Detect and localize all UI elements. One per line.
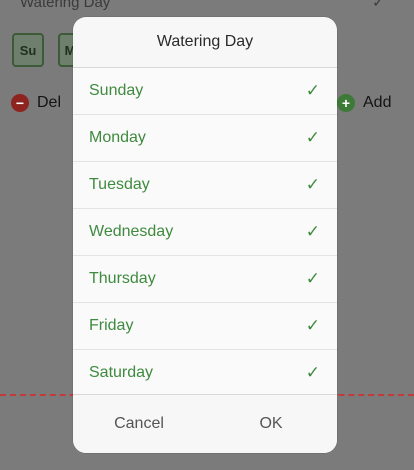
- dialog-footer: Cancel OK: [73, 394, 337, 453]
- checkmark-icon: ✓: [305, 222, 320, 241]
- plus-circle-icon: +: [337, 94, 355, 112]
- option-label: Friday: [89, 317, 134, 334]
- checkmark-icon: ✓: [305, 316, 320, 335]
- minus-circle-icon: −: [11, 94, 29, 112]
- option-monday[interactable]: Monday ✓: [73, 115, 337, 162]
- day-option-list: Sunday ✓ Monday ✓ Tuesday ✓ Wednesday ✓ …: [73, 68, 337, 396]
- ok-button[interactable]: OK: [205, 395, 337, 453]
- checkmark-icon: ✓: [305, 175, 320, 194]
- dialog-title: Watering Day: [73, 17, 337, 68]
- option-saturday[interactable]: Saturday ✓: [73, 350, 337, 396]
- option-label: Monday: [89, 129, 146, 146]
- option-label: Thursday: [89, 270, 156, 287]
- option-thursday[interactable]: Thursday ✓: [73, 256, 337, 303]
- cancel-button[interactable]: Cancel: [73, 395, 205, 453]
- checkmark-icon: ✓: [305, 269, 320, 288]
- background-section-label: Watering Day: [20, 0, 111, 11]
- option-label: Tuesday: [89, 176, 150, 193]
- add-label: Add: [363, 94, 392, 111]
- option-sunday[interactable]: Sunday ✓: [73, 68, 337, 115]
- option-tuesday[interactable]: Tuesday ✓: [73, 162, 337, 209]
- checkmark-icon: ✓: [305, 128, 320, 147]
- day-chip-sunday[interactable]: Su: [12, 33, 44, 67]
- checkmark-icon: ✓: [305, 81, 320, 100]
- option-label: Wednesday: [89, 223, 174, 240]
- option-label: Sunday: [89, 82, 144, 99]
- add-button[interactable]: + Add: [337, 94, 391, 112]
- option-wednesday[interactable]: Wednesday ✓: [73, 209, 337, 256]
- watering-day-dialog: Watering Day Sunday ✓ Monday ✓ Tuesday ✓…: [73, 17, 337, 453]
- option-label: Saturday: [89, 364, 154, 381]
- option-friday[interactable]: Friday ✓: [73, 303, 337, 350]
- checkmark-icon: ✓: [305, 363, 320, 382]
- background-check-icon: ✓: [372, 0, 384, 10]
- delete-button[interactable]: − Del: [11, 94, 61, 112]
- delete-label: Del: [37, 94, 62, 111]
